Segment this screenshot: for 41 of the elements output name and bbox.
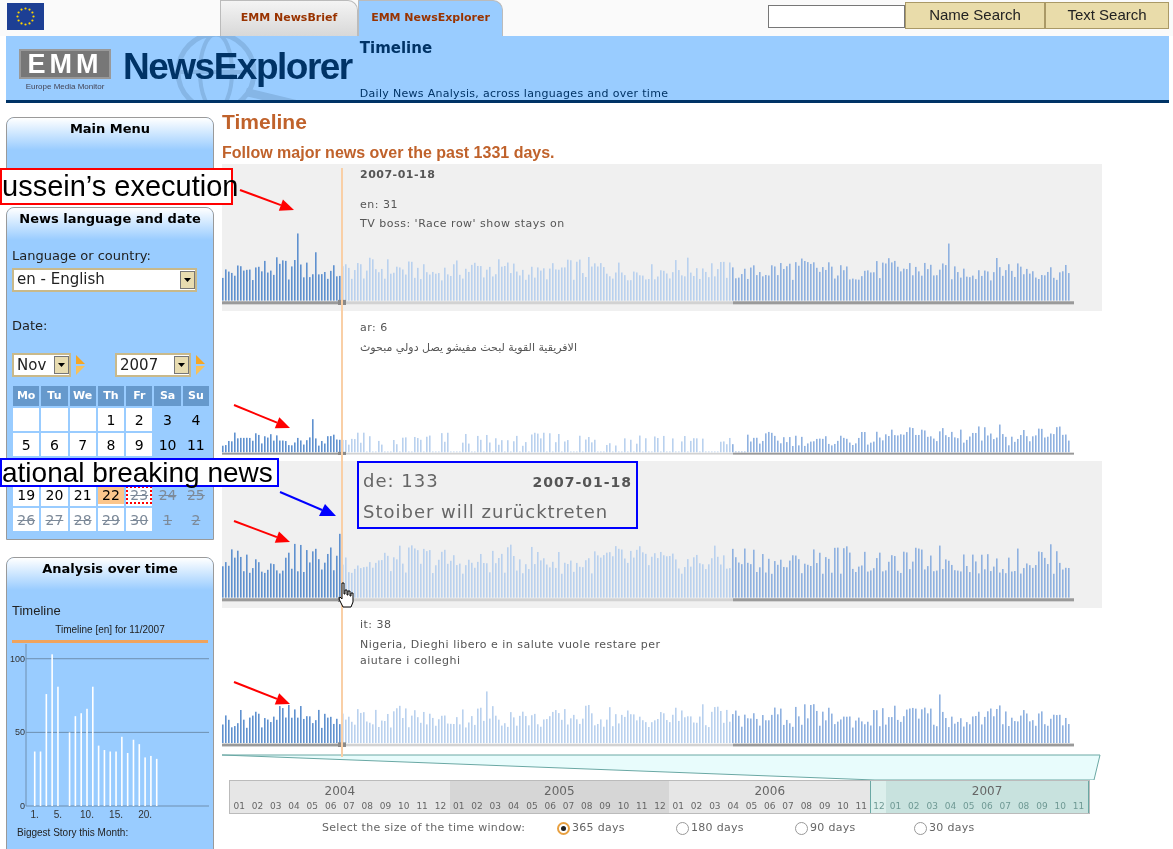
- headline: Nigeria, Dieghi libero e in salute vuole restare per aiutare i colleghi: [360, 636, 662, 669]
- article-count: en: 31: [360, 196, 398, 213]
- weekday-header: We: [68, 385, 97, 407]
- axis-label: 0: [20, 800, 25, 811]
- headline: TV boss: 'Race row' show stays on: [360, 216, 566, 232]
- article-count: it: 38: [360, 617, 392, 633]
- axis-label: 100: [9, 653, 25, 664]
- weekday-header: Sa: [153, 385, 182, 407]
- field-label: Date:: [12, 316, 48, 335]
- chart-title: Timeline [en] for 11/2007: [54, 622, 166, 637]
- main-title: Timeline: [222, 112, 307, 132]
- section-label: Biggest Story this Month:: [16, 825, 130, 840]
- date-label: 2007-01-18: [532, 473, 632, 492]
- weekday-header: Mo: [12, 385, 41, 407]
- axis-label: 15.: [109, 808, 123, 820]
- product-name: NewsExplorer: [123, 46, 352, 88]
- weekday-header: Fr: [125, 385, 154, 407]
- axis-label: 10.: [80, 808, 94, 820]
- main-subtitle: Follow major news over the past 1331 days.: [222, 143, 555, 163]
- axis-label: 20.: [138, 808, 153, 820]
- panel-title: Main Menu: [69, 120, 151, 138]
- panel-title: Analysis over time: [42, 560, 178, 578]
- logo-caption: Europe Media Monitor: [25, 81, 105, 93]
- headline: Stoiber will zurücktreten: [363, 500, 610, 524]
- axis-label: 1.: [30, 808, 39, 820]
- weekday-header: Th: [96, 385, 126, 407]
- field-label: Language or country:: [12, 247, 151, 265]
- article-count: ar: 6: [360, 320, 388, 336]
- article-count: de: 133: [363, 469, 439, 493]
- window-size-label: Select the size of the time window:: [322, 820, 527, 836]
- axis-label: 5.: [53, 808, 63, 820]
- callout-label: ational breaking news: [0, 458, 279, 487]
- panel-title: News language and date: [19, 210, 201, 228]
- weekday-header: Su: [181, 385, 210, 407]
- weekday-header: Tu: [40, 385, 69, 407]
- logo-letters: EMM: [19, 49, 111, 79]
- axis-label: 50: [15, 726, 25, 737]
- page-subtitle: Daily News Analysis, across languages and over time: [359, 85, 669, 100]
- headline: الافريقية القوية لبحث مفيشو يصل دولي مبحوث: [360, 339, 578, 356]
- page-title: Timeline: [359, 38, 434, 59]
- date-label: 2007-01-18: [360, 167, 436, 183]
